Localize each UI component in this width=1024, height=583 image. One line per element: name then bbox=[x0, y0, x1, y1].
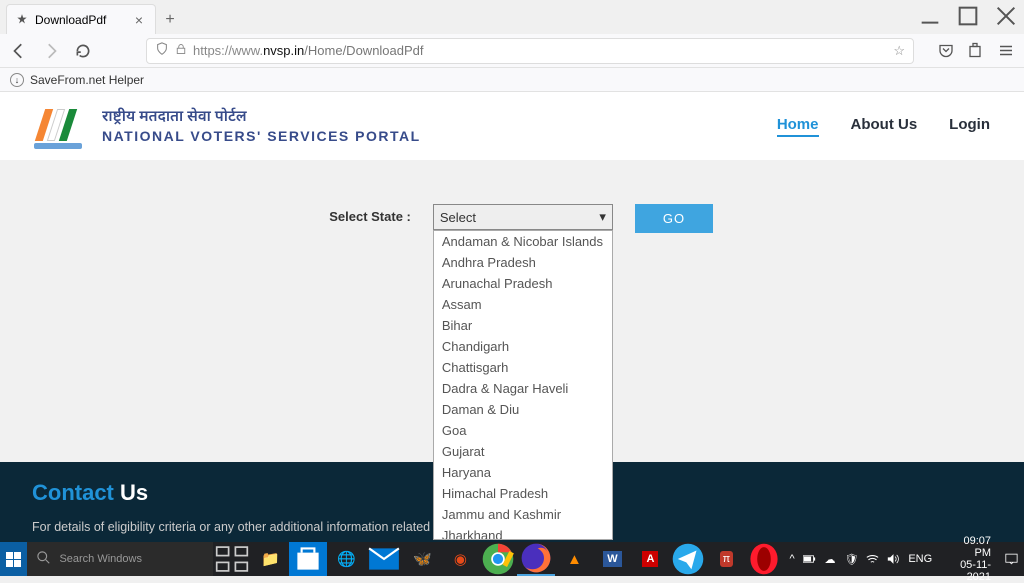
browser-toolbar: https://www.nvsp.in/Home/DownloadPdf ☆ bbox=[0, 34, 1024, 68]
state-select-value: Select bbox=[440, 210, 476, 225]
state-option[interactable]: Jharkhand bbox=[434, 525, 612, 540]
shield-icon bbox=[155, 42, 169, 59]
state-option[interactable]: Gujarat bbox=[434, 441, 612, 462]
vlc-icon[interactable]: ▲ bbox=[555, 542, 593, 576]
state-option[interactable]: Himachal Pradesh bbox=[434, 483, 612, 504]
bookmark-savefrom[interactable]: SaveFrom.net Helper bbox=[30, 73, 144, 87]
nav-about[interactable]: About Us bbox=[851, 116, 918, 137]
language-indicator[interactable]: ENG bbox=[908, 553, 932, 565]
edge-icon[interactable]: 🌐 bbox=[327, 542, 365, 576]
telegram-icon[interactable] bbox=[669, 542, 707, 576]
state-option[interactable]: Assam bbox=[434, 294, 612, 315]
brand-text: राष्ट्रीय मतदाता सेवा पोर्टल NATIONAL VO… bbox=[102, 109, 421, 144]
pocket-icon[interactable] bbox=[938, 40, 954, 61]
state-option[interactable]: Andhra Pradesh bbox=[434, 252, 612, 273]
task-view-icon[interactable] bbox=[213, 542, 251, 576]
bookmark-star-icon[interactable]: ☆ bbox=[893, 43, 905, 59]
store-icon[interactable] bbox=[289, 542, 327, 576]
new-tab-button[interactable]: + bbox=[156, 6, 184, 34]
start-button[interactable] bbox=[0, 542, 27, 576]
browser-tab[interactable]: DownloadPdf × bbox=[6, 4, 156, 34]
state-option[interactable]: Bihar bbox=[434, 315, 612, 336]
nav-login[interactable]: Login bbox=[949, 116, 990, 137]
savefrom-icon: ↓ bbox=[10, 73, 24, 87]
tab-favicon-icon bbox=[15, 13, 29, 27]
nav-home[interactable]: Home bbox=[777, 116, 819, 137]
tab-title: DownloadPdf bbox=[35, 13, 131, 27]
pi-icon[interactable]: π bbox=[707, 542, 745, 576]
state-option[interactable]: Dadra & Nagar Haveli bbox=[434, 378, 612, 399]
page-content: राष्ट्रीय मतदाता सेवा पोर्टल NATIONAL VO… bbox=[0, 92, 1024, 532]
select-state-label: Select State : bbox=[311, 204, 411, 224]
chevron-down-icon: ▾ bbox=[599, 209, 606, 225]
battery-icon[interactable] bbox=[803, 551, 816, 567]
opera-icon[interactable] bbox=[745, 542, 783, 576]
url-text: https://www.nvsp.in/Home/DownloadPdf bbox=[193, 43, 424, 58]
office-icon[interactable]: ◉ bbox=[441, 542, 479, 576]
chrome-icon[interactable] bbox=[479, 542, 517, 576]
adobe-icon[interactable]: A bbox=[631, 542, 669, 576]
msn-icon[interactable]: 🦋 bbox=[403, 542, 441, 576]
mail-icon[interactable] bbox=[365, 542, 403, 576]
state-select-form: Select State : Select ▾ Andaman & Nicoba… bbox=[0, 160, 1024, 233]
address-bar[interactable]: https://www.nvsp.in/Home/DownloadPdf ☆ bbox=[146, 38, 914, 64]
lock-icon bbox=[175, 43, 187, 58]
taskbar-apps: 📁 🌐 🦋 ◉ ▲ W A π bbox=[213, 542, 783, 576]
defender-icon[interactable]: 🛡 bbox=[845, 551, 859, 567]
state-option[interactable]: Chattisgarh bbox=[434, 357, 612, 378]
forward-button[interactable] bbox=[42, 42, 60, 60]
state-option[interactable]: Arunachal Pradesh bbox=[434, 273, 612, 294]
state-select[interactable]: Select ▾ bbox=[433, 204, 613, 230]
wifi-icon[interactable] bbox=[866, 551, 879, 567]
bookmarks-bar: ↓ SaveFrom.net Helper bbox=[0, 68, 1024, 92]
windows-taskbar: Search Windows 📁 🌐 🦋 ◉ ▲ W A π ^ ☁ 🛡 ENG… bbox=[0, 542, 1024, 576]
reload-button[interactable] bbox=[74, 42, 92, 60]
tray-expand-icon[interactable]: ^ bbox=[789, 553, 794, 565]
browser-tabs-bar: DownloadPdf × + bbox=[0, 0, 1024, 34]
windows-logo-icon bbox=[6, 552, 21, 567]
state-option[interactable]: Jammu and Kashmir bbox=[434, 504, 612, 525]
menu-icon[interactable] bbox=[998, 40, 1014, 61]
cloud-icon[interactable]: ☁ bbox=[824, 551, 837, 567]
main-nav: Home About Us Login bbox=[777, 116, 990, 137]
back-button[interactable] bbox=[10, 42, 28, 60]
go-button[interactable]: GO bbox=[635, 204, 713, 233]
taskbar-search[interactable]: Search Windows bbox=[27, 542, 213, 576]
state-option[interactable]: Daman & Diu bbox=[434, 399, 612, 420]
site-logo bbox=[34, 103, 90, 149]
word-icon[interactable]: W bbox=[593, 542, 631, 576]
state-dropdown-list[interactable]: Andaman & Nicobar IslandsAndhra PradeshA… bbox=[433, 230, 613, 540]
state-option[interactable]: Haryana bbox=[434, 462, 612, 483]
explorer-icon[interactable]: 📁 bbox=[251, 542, 289, 576]
volume-icon[interactable] bbox=[887, 551, 900, 567]
extension-icon[interactable] bbox=[968, 40, 984, 61]
close-tab-icon[interactable]: × bbox=[131, 12, 147, 28]
site-header: राष्ट्रीय मतदाता सेवा पोर्टल NATIONAL VO… bbox=[0, 92, 1024, 160]
search-placeholder: Search Windows bbox=[59, 553, 142, 565]
maximize-icon[interactable] bbox=[958, 6, 978, 26]
brand-english: NATIONAL VOTERS' SERVICES PORTAL bbox=[102, 128, 421, 144]
brand-hindi: राष्ट्रीय मतदाता सेवा पोर्टल bbox=[102, 109, 421, 128]
state-option[interactable]: Chandigarh bbox=[434, 336, 612, 357]
state-option[interactable]: Goa bbox=[434, 420, 612, 441]
search-icon bbox=[37, 551, 51, 568]
notifications-icon[interactable] bbox=[1005, 551, 1018, 567]
firefox-icon[interactable] bbox=[517, 542, 555, 576]
minimize-icon[interactable] bbox=[920, 6, 940, 26]
close-window-icon[interactable] bbox=[996, 6, 1016, 26]
state-option[interactable]: Andaman & Nicobar Islands bbox=[434, 231, 612, 252]
